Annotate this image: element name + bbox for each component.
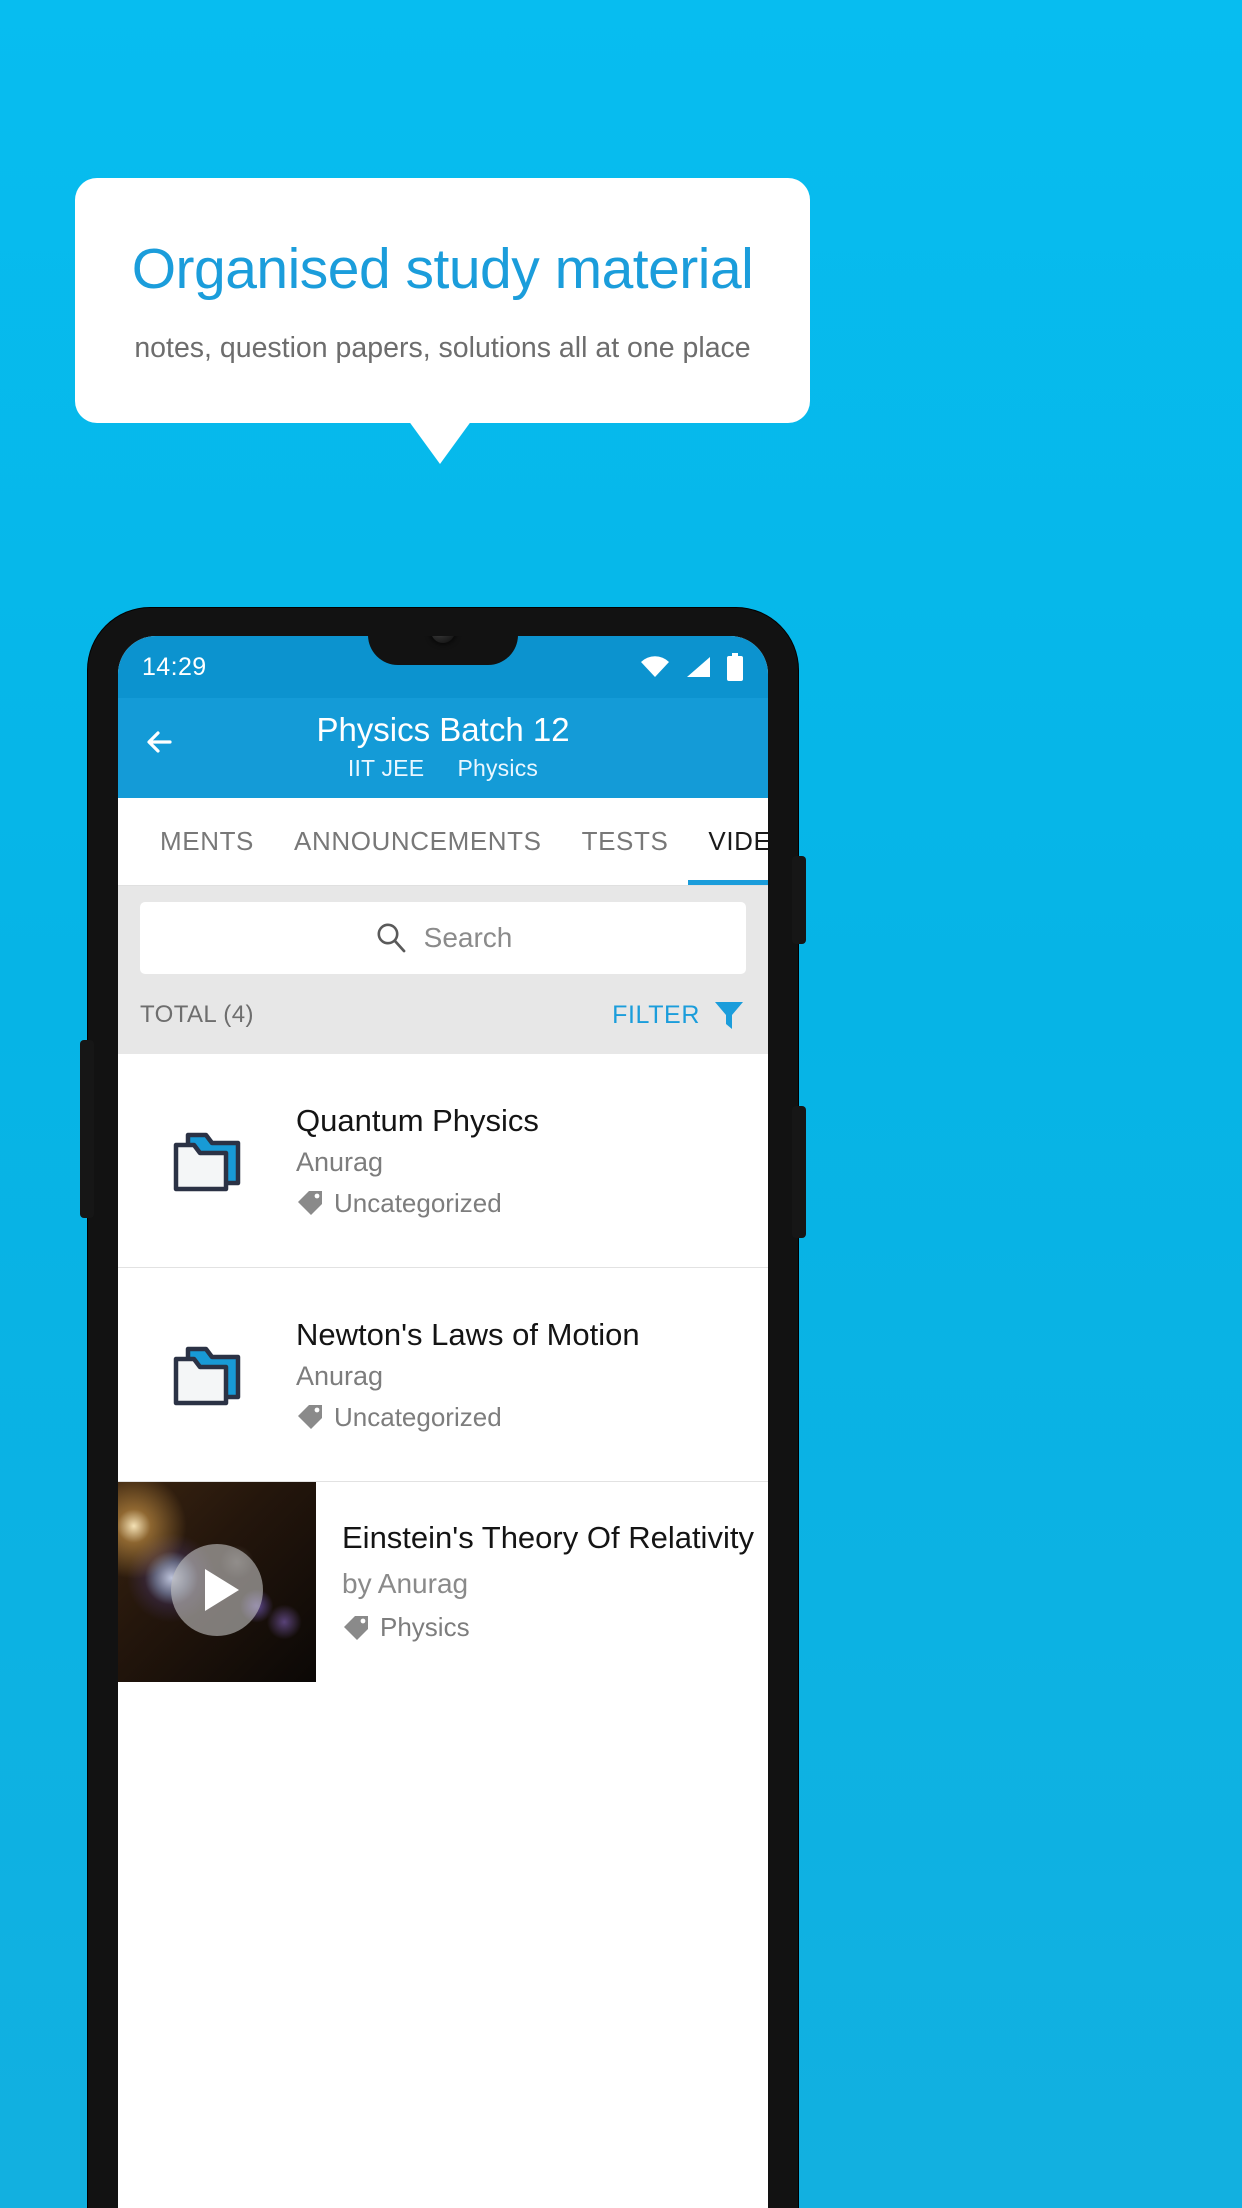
list-item-body: Newton's Laws of Motion Anurag Uncategor… [296, 1317, 768, 1433]
app-bar: Physics Batch 12 IIT JEE Physics [118, 698, 768, 799]
list-item-author: Anurag [296, 1146, 384, 1177]
list-item-tag: Physics [342, 1612, 754, 1643]
phone-power-button[interactable] [792, 856, 806, 944]
filter-funnel-icon [715, 1002, 743, 1030]
promo-subtitle: notes, question papers, solutions all at… [134, 332, 751, 364]
phone-volume-button[interactable] [792, 1106, 806, 1238]
folder-icon [118, 1125, 296, 1197]
phone-left-button[interactable] [80, 1040, 94, 1218]
list-item-tag: Uncategorized [296, 1402, 752, 1433]
tab-tests[interactable]: TESTS [562, 798, 689, 885]
total-count-label: TOTAL (4) [140, 1001, 254, 1029]
list-item-author: by Anurag [342, 1568, 469, 1600]
search-area: Search [118, 886, 768, 989]
phone-screen: 14:29 Physics Batch 12 IIT JEE Physics M… [118, 636, 768, 2208]
list-item[interactable]: Quantum Physics Anurag Uncategorized [118, 1054, 768, 1269]
tab-videos[interactable]: VIDEOS [688, 798, 768, 886]
list-item-title: Quantum Physics [296, 1102, 539, 1138]
status-icons [640, 653, 744, 681]
search-placeholder: Search [423, 922, 513, 954]
back-arrow-icon[interactable] [140, 720, 184, 764]
promo-callout-card: Organised study material notes, question… [75, 178, 810, 423]
list-item-tag-label: Uncategorized [334, 1187, 502, 1218]
page-title: Physics Batch 12 [316, 711, 570, 748]
filter-button[interactable]: FILTER [612, 998, 746, 1032]
phone-frame: 14:29 Physics Batch 12 IIT JEE Physics M… [80, 608, 806, 2208]
tag-icon [298, 1405, 322, 1430]
list-item-body: Quantum Physics Anurag Uncategorized [296, 1103, 768, 1219]
battery-icon [727, 653, 743, 681]
list-item[interactable]: Einstein's Theory Of Relativity by Anura… [118, 1482, 768, 1683]
list-item[interactable]: Newton's Laws of Motion Anurag Uncategor… [118, 1268, 768, 1483]
tab-bar: MENTS ANNOUNCEMENTS TESTS VIDEOS [118, 798, 768, 887]
tab-assignments[interactable]: MENTS [140, 798, 274, 885]
breadcrumb-subject: Physics [457, 755, 539, 782]
search-icon [377, 923, 406, 953]
play-triangle [204, 1569, 239, 1612]
search-input[interactable]: Search [140, 902, 746, 975]
status-bar: 14:29 [118, 636, 768, 698]
list-item-author: Anurag [296, 1360, 384, 1391]
filter-label: FILTER [612, 1000, 700, 1029]
status-time: 14:29 [142, 652, 207, 681]
list-toolbar: TOTAL (4) FILTER [118, 988, 768, 1055]
list-item-body: Einstein's Theory Of Relativity by Anura… [316, 1482, 768, 1682]
tab-announcements[interactable]: ANNOUNCEMENTS [274, 798, 562, 885]
promo-title: Organised study material [131, 237, 754, 301]
tag-icon [298, 1191, 322, 1216]
promo-callout-tail [408, 420, 472, 464]
folder-icon [118, 1339, 296, 1411]
signal-icon [687, 657, 710, 677]
tag-icon [344, 1615, 368, 1640]
front-camera-icon [431, 636, 455, 643]
video-thumbnail[interactable] [118, 1482, 316, 1683]
breadcrumb: IIT JEE Physics [118, 755, 768, 782]
list-item-title: Newton's Laws of Motion [296, 1316, 640, 1352]
content-list: Quantum Physics Anurag Uncategorized New… [118, 1054, 768, 1683]
wifi-icon [641, 656, 669, 677]
list-item-tag-label: Physics [380, 1612, 470, 1643]
camera-notch [368, 636, 518, 665]
play-icon[interactable] [171, 1544, 263, 1637]
list-item-title: Einstein's Theory Of Relativity [342, 1520, 754, 1556]
list-item-tag: Uncategorized [296, 1188, 752, 1219]
breadcrumb-exam: IIT JEE [347, 755, 425, 782]
list-item-tag-label: Uncategorized [334, 1401, 502, 1432]
